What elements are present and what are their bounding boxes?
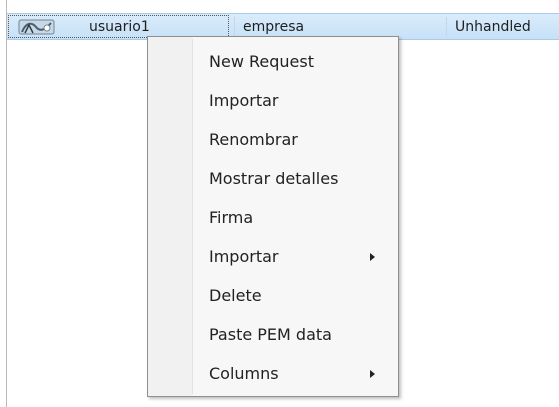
menu-item-label: Renombrar — [209, 130, 298, 149]
submenu-arrow-icon — [370, 253, 375, 261]
company-cell: empresa — [243, 19, 305, 35]
menu-item-importar[interactable]: Importar — [148, 83, 398, 119]
menu-item-label: Importar — [209, 247, 279, 266]
menu-item-firma[interactable]: Firma — [148, 200, 398, 236]
menu-item-new-request[interactable]: New Request — [148, 44, 398, 80]
menu-item-delete[interactable]: Delete — [148, 278, 398, 314]
certificate-icon — [18, 19, 55, 35]
status-cell: Unhandled — [455, 19, 531, 35]
menu-item-label: Paste PEM data — [209, 325, 332, 344]
menu-item-label: Mostrar detalles — [209, 169, 339, 188]
menu-item-label: Columns — [209, 364, 279, 383]
submenu-arrow-icon — [370, 370, 375, 378]
menu-item-label: Firma — [209, 208, 254, 227]
menu-item-paste-pem-data[interactable]: Paste PEM data — [148, 317, 398, 353]
menu-item-columns[interactable]: Columns — [148, 356, 398, 392]
application-view: usuario1 empresa Unhandled New Request I… — [0, 0, 559, 407]
list-left-border — [6, 0, 7, 407]
menu-item-mostrar-detalles[interactable]: Mostrar detalles — [148, 161, 398, 197]
menu-item-renombrar[interactable]: Renombrar — [148, 122, 398, 158]
column-separator — [234, 17, 235, 36]
menu-item-label: Importar — [209, 91, 279, 110]
user-cell: usuario1 — [89, 19, 150, 35]
menu-item-importar-submenu[interactable]: Importar — [148, 239, 398, 275]
menu-item-label: New Request — [209, 52, 314, 71]
column-separator — [446, 17, 447, 36]
context-menu: New Request Importar Renombrar Mostrar d… — [147, 36, 399, 397]
menu-item-label: Delete — [209, 286, 262, 305]
